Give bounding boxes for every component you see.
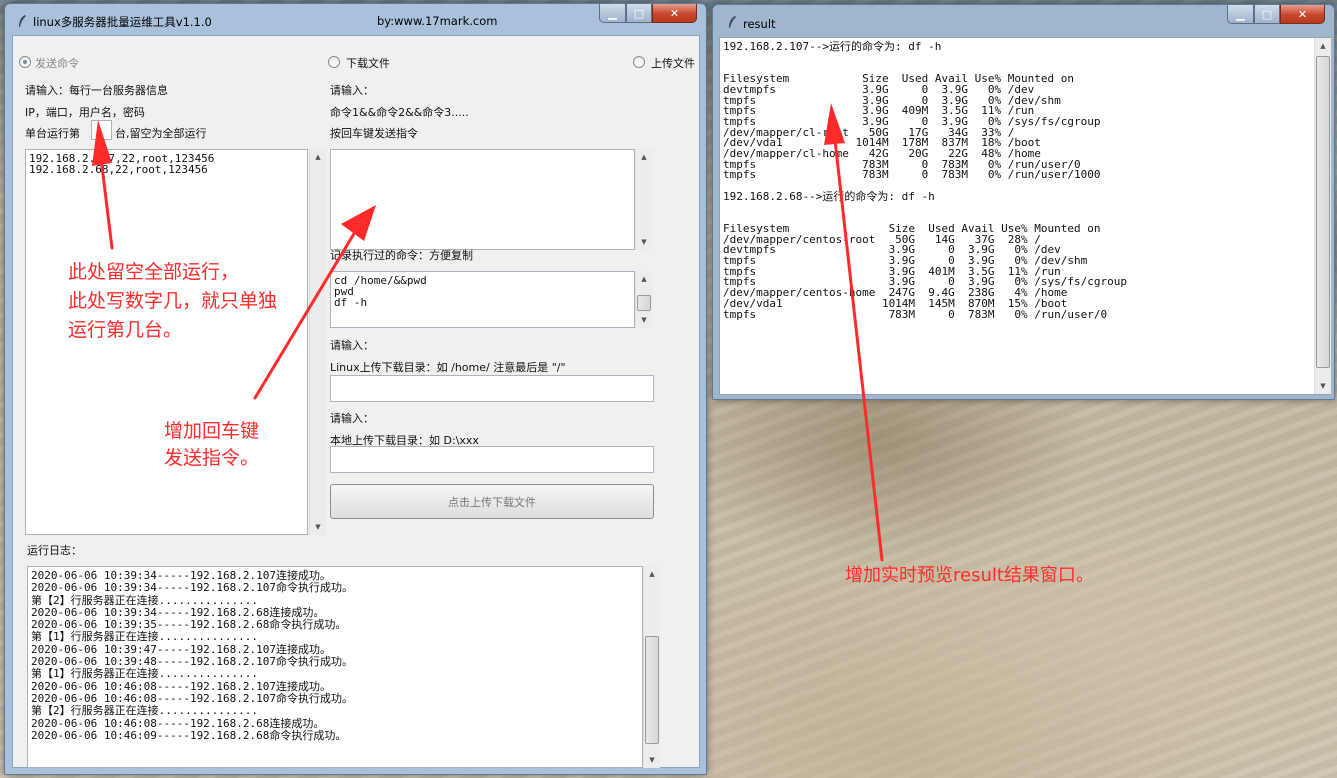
server-info-format: IP，端口，用户名，密码 — [25, 106, 145, 119]
minimize-icon: ▁ — [608, 6, 617, 20]
annotation-blank-run-line3: 运行第几台。 — [68, 319, 183, 341]
result-text-area[interactable]: 192.168.2.107-->运行的命令为: df -h Filesystem… — [719, 37, 1331, 395]
linux-dir-input[interactable] — [330, 375, 654, 402]
close-icon: ✕ — [1297, 7, 1308, 21]
radio-upload-file-label[interactable]: 上传文件 — [651, 55, 695, 71]
feather-icon — [19, 15, 26, 27]
maximize-icon: □ — [1261, 7, 1273, 21]
scroll-down-arrow-icon[interactable]: ▼ — [310, 519, 326, 535]
main-window: linux多服务器批量运维工具v1.1.0 by:www.17mark.com … — [4, 3, 707, 775]
linux-dir-prompt: 请输入： — [330, 339, 374, 352]
command-history-scrollbar[interactable]: ▲ ▼ — [635, 271, 652, 328]
scroll-thumb[interactable] — [645, 636, 659, 744]
minimize-button[interactable]: ▁ — [1227, 5, 1254, 24]
annotation-enter-key: 增加回车键 发送指令。 — [164, 418, 259, 472]
run-log-scrollbar[interactable]: ▲ ▼ — [643, 566, 660, 768]
minimize-button[interactable]: ▁ — [599, 4, 626, 23]
result-window-title: result — [743, 17, 776, 31]
close-button[interactable]: ✕ — [1280, 5, 1325, 24]
command-input-scrollbar[interactable]: ▲ ▼ — [635, 149, 652, 250]
annotation-enter-line1: 增加回车键 — [164, 420, 260, 442]
main-titlebar[interactable]: linux多服务器批量运维工具v1.1.0 by:www.17mark.com … — [5, 4, 706, 34]
close-icon: ✕ — [669, 6, 680, 20]
scroll-down-arrow-icon[interactable]: ▼ — [636, 234, 652, 250]
annotation-blank-run: 此处留空全部运行， 此处写数字几，就只单独 运行第几台。 — [68, 259, 277, 344]
scroll-up-arrow-icon[interactable]: ▲ — [1315, 38, 1331, 54]
scroll-down-arrow-icon[interactable]: ▼ — [636, 312, 652, 328]
annotation-blank-run-line1: 此处留空全部运行， — [68, 261, 240, 283]
run-log-textarea[interactable]: 2020-06-06 10:39:34-----192.168.2.107连接成… — [27, 566, 643, 768]
history-label: 记录执行过的命令：方便复制 — [330, 249, 473, 262]
local-dir-input[interactable] — [330, 446, 654, 473]
main-window-author: by:www.17mark.com — [377, 14, 498, 28]
result-output: 192.168.2.107-->运行的命令为: df -h Filesystem… — [723, 40, 1127, 321]
main-window-title: linux多服务器批量运维工具v1.1.0 — [33, 15, 212, 29]
maximize-icon: □ — [633, 6, 645, 20]
main-client-area: 发送命令 下载文件 上传文件 请输入：每行一台服务器信息 IP，端口，用户名，密… — [12, 35, 700, 768]
scroll-thumb[interactable] — [1316, 56, 1330, 368]
transfer-files-button[interactable]: 点击上传下载文件 — [330, 484, 654, 519]
feather-icon — [729, 16, 736, 28]
scroll-up-arrow-icon[interactable]: ▲ — [636, 149, 652, 165]
scroll-thumb[interactable] — [637, 295, 651, 311]
log-label: 运行日志： — [27, 544, 82, 557]
result-titlebar[interactable]: result ▁ □ ✕ — [713, 5, 1334, 35]
maximize-button[interactable]: □ — [626, 4, 652, 23]
command-input-textarea[interactable] — [330, 149, 635, 250]
maximize-button[interactable]: □ — [1254, 5, 1280, 24]
radio-selected-dot — [23, 60, 27, 64]
scroll-down-arrow-icon[interactable]: ▼ — [644, 752, 660, 768]
scroll-up-arrow-icon[interactable]: ▲ — [310, 149, 326, 165]
minimize-icon: ▁ — [1236, 7, 1245, 21]
command-format-hint: 命令1&&命令2&&命令3..... — [330, 106, 469, 119]
radio-download-file[interactable] — [328, 56, 340, 68]
run-single-index-input[interactable] — [91, 120, 112, 140]
radio-upload-file[interactable] — [633, 56, 645, 68]
close-button[interactable]: ✕ — [652, 4, 697, 23]
run-single-suffix: 台,留空为全部运行 — [115, 127, 207, 140]
local-dir-prompt: 请输入： — [330, 412, 374, 425]
enter-send-hint: 按回车键发送指令 — [330, 127, 418, 140]
annotation-result-preview: 增加实时预览result结果窗口。 — [845, 565, 1094, 586]
annotation-blank-run-line2: 此处写数字几，就只单独 — [68, 290, 278, 312]
linux-dir-label: Linux上传下载目录：如 /home/ 注意最后是 "/" — [330, 361, 566, 374]
command-prompt: 请输入： — [330, 84, 374, 97]
radio-download-file-label[interactable]: 下载文件 — [346, 55, 390, 71]
result-scrollbar[interactable]: ▲ ▼ — [1314, 38, 1331, 394]
run-single-prefix: 单台运行第 — [25, 127, 80, 140]
server-list-scrollbar[interactable]: ▲ ▼ — [309, 149, 326, 535]
scroll-down-arrow-icon[interactable]: ▼ — [1315, 378, 1331, 394]
radio-send-command-label[interactable]: 发送命令 — [35, 55, 79, 71]
scroll-up-arrow-icon[interactable]: ▲ — [644, 566, 660, 582]
server-info-prompt: 请输入：每行一台服务器信息 — [25, 84, 168, 97]
annotation-enter-line2: 发送指令。 — [164, 447, 260, 469]
radio-send-command[interactable] — [19, 56, 31, 68]
scroll-up-arrow-icon[interactable]: ▲ — [636, 271, 652, 287]
command-history-textarea[interactable]: cd /home/&&pwd pwd df -h — [330, 271, 635, 328]
result-window: result ▁ □ ✕ 192.168.2.107-->运行的命令为: df … — [712, 4, 1335, 400]
